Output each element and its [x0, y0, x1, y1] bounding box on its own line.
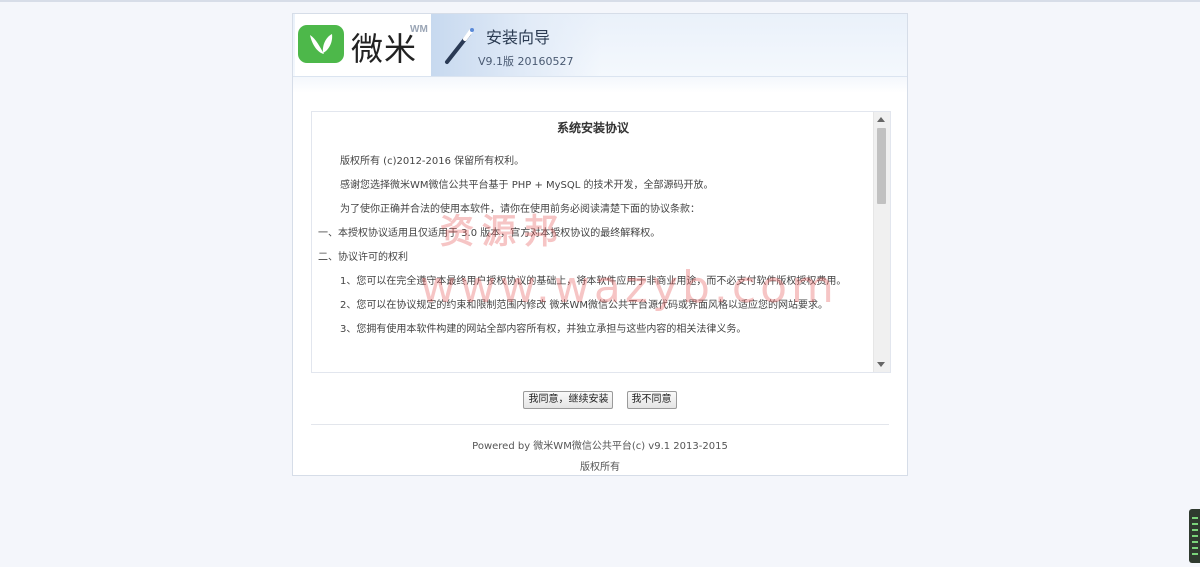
header-subbar: [293, 77, 907, 93]
watermark-text: 资源邦: [440, 212, 566, 252]
agreement-title: 系统安装协议: [556, 121, 629, 135]
agreement-scrollbar[interactable]: [873, 112, 890, 372]
leaf-logo-icon: [298, 25, 344, 63]
installer-header: 微米 WM 安装向导 V9.1版 20160527: [293, 14, 907, 77]
agreement-actions: 我同意，继续安装 我不同意: [293, 387, 907, 409]
powered-by-text: Powered by 微米WM微信公共平台(c) v9.1 2013-2015: [472, 441, 728, 452]
agreement-box[interactable]: 系统安装协议 版权所有 (c)2012-2016 保留所有权利。 感谢您选择微米…: [311, 111, 891, 373]
footer-divider: [311, 424, 889, 425]
watermark-url: www.wazyb.com: [420, 262, 838, 313]
agreement-paragraph: 感谢您选择微米WM微信公共平台基于 PHP + MySQL 的技术开发，全部源码…: [340, 180, 714, 191]
scroll-thumb[interactable]: [877, 128, 886, 204]
agreement-text: 系统安装协议 版权所有 (c)2012-2016 保留所有权利。 感谢您选择微米…: [312, 112, 874, 372]
wizard-version: V9.1版 20160527: [478, 55, 574, 68]
agreement-paragraph: 版权所有 (c)2012-2016 保留所有权利。: [340, 156, 525, 167]
wizard-title: 安装向导: [486, 28, 551, 47]
agree-continue-button[interactable]: 我同意，继续安装: [523, 391, 614, 409]
magic-wand-icon: [441, 26, 477, 66]
agreement-paragraph: 一、本授权协议适用且仅适用于 3.0 版本，官方对本授权协议的最终解释权。: [318, 228, 661, 239]
installer-panel: 微米 WM 安装向导 V9.1版 20160527 系统安装协议 版权所有 (c…: [292, 13, 908, 476]
disagree-button[interactable]: 我不同意: [626, 391, 677, 409]
copyright-text: 版权所有: [580, 462, 620, 473]
logo-text: 微米: [351, 30, 418, 68]
side-meter-widget[interactable]: [1189, 509, 1200, 563]
agreement-paragraph: 为了使你正确并合法的使用本软件，请你在使用前务必阅读清楚下面的协议条款：: [340, 204, 700, 215]
brand-logo: 微米 WM: [295, 14, 431, 76]
logo-superscript: WM: [410, 24, 428, 35]
scroll-down-arrow-icon[interactable]: [877, 362, 885, 367]
agreement-paragraph: 3、您拥有使用本软件构建的网站全部内容所有权，并独立承担与这些内容的相关法律义务…: [340, 324, 747, 335]
scroll-up-arrow-icon[interactable]: [877, 117, 885, 122]
top-border: [0, 0, 1200, 2]
